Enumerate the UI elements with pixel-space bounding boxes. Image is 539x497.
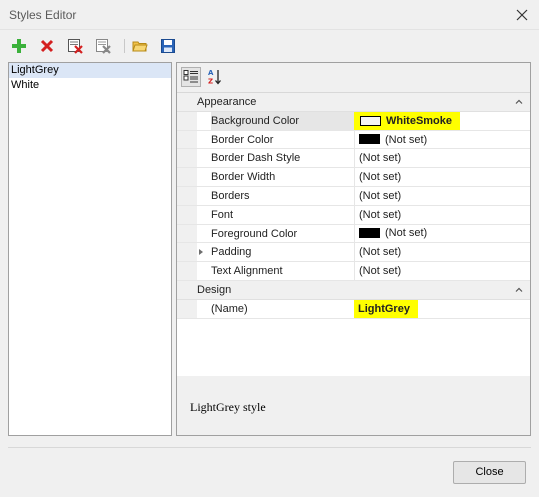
list-item[interactable]: White (9, 78, 171, 93)
property-value[interactable]: (Not set) (359, 262, 401, 280)
property-name: Borders (211, 186, 355, 205)
property-value[interactable]: (Not set) (359, 149, 401, 167)
category-label: Design (197, 283, 232, 296)
property-name: Padding (211, 243, 355, 262)
color-swatch (359, 228, 380, 239)
category-label: Appearance (197, 96, 257, 108)
property-name: (Name) (211, 299, 355, 318)
property-row[interactable]: Padding (Not set) (177, 243, 530, 263)
property-row[interactable]: Background Color WhiteSmoke (177, 111, 530, 131)
toolbar (0, 33, 539, 59)
property-value[interactable]: (Not set) (359, 243, 401, 261)
toolbar-separator (124, 39, 125, 53)
add-icon[interactable] (10, 37, 28, 55)
svg-text:Z: Z (208, 78, 213, 86)
alphabetical-sort-icon[interactable]: AZ (205, 67, 225, 87)
property-value[interactable]: WhiteSmoke (354, 111, 461, 130)
categorized-view-icon[interactable] (181, 67, 201, 87)
property-name: Border Width (211, 168, 355, 186)
description-text: LightGrey style (190, 400, 266, 414)
property-grid: AZ Appearance Background Color WhiteSmok… (176, 62, 531, 436)
property-name: Background Color (211, 111, 355, 130)
property-row[interactable]: Border Color (Not set) (177, 130, 530, 150)
property-name: Font (211, 205, 355, 224)
expand-arrow-icon[interactable] (199, 249, 203, 256)
collapse-icon[interactable] (514, 285, 524, 295)
property-value[interactable]: LightGrey (354, 299, 418, 318)
open-icon[interactable] (131, 37, 149, 55)
property-value[interactable]: (Not set) (359, 131, 427, 149)
property-row[interactable]: Border Dash Style (Not set) (177, 149, 530, 169)
property-row[interactable]: Border Width (Not set) (177, 168, 530, 187)
list-item[interactable]: LightGrey (9, 63, 171, 78)
highlighted-value: LightGrey (354, 299, 418, 318)
property-value[interactable]: (Not set) (359, 168, 401, 186)
save-icon[interactable] (159, 37, 177, 55)
property-row[interactable]: Text Alignment (Not set) (177, 262, 530, 281)
property-value[interactable]: (Not set) (359, 187, 401, 205)
divider (8, 447, 531, 448)
category-appearance[interactable]: Appearance (177, 93, 530, 112)
close-button[interactable]: Close (453, 461, 526, 484)
property-row[interactable]: Borders (Not set) (177, 186, 530, 206)
property-row[interactable]: Foreground Color (Not set) (177, 224, 530, 244)
category-design[interactable]: Design (177, 280, 530, 300)
color-swatch (359, 134, 380, 145)
delete-icon[interactable] (38, 37, 56, 55)
property-value[interactable]: (Not set) (359, 206, 401, 224)
color-swatch (360, 115, 381, 126)
svg-text:A: A (208, 69, 214, 77)
close-window-icon[interactable] (513, 6, 531, 24)
property-row[interactable]: Font (Not set) (177, 205, 530, 225)
property-row[interactable]: (Name) LightGrey (177, 299, 530, 319)
collapse-icon[interactable] (514, 97, 524, 107)
window-title: Styles Editor (9, 8, 77, 22)
property-name: Border Dash Style (211, 149, 355, 168)
description-panel: LightGrey style (177, 380, 530, 435)
delete-all-icon[interactable] (66, 37, 84, 55)
property-name: Border Color (211, 130, 355, 149)
remove-unused-icon[interactable] (94, 37, 112, 55)
styles-list[interactable]: LightGrey White (8, 62, 172, 436)
property-value[interactable]: (Not set) (359, 225, 427, 243)
title-bar: Styles Editor (0, 0, 539, 30)
property-table: Appearance Background Color WhiteSmoke B… (177, 92, 530, 376)
property-grid-toolbar: AZ (177, 63, 530, 91)
property-name: Text Alignment (211, 262, 355, 280)
property-name: Foreground Color (211, 224, 355, 243)
highlighted-value: WhiteSmoke (354, 111, 461, 130)
